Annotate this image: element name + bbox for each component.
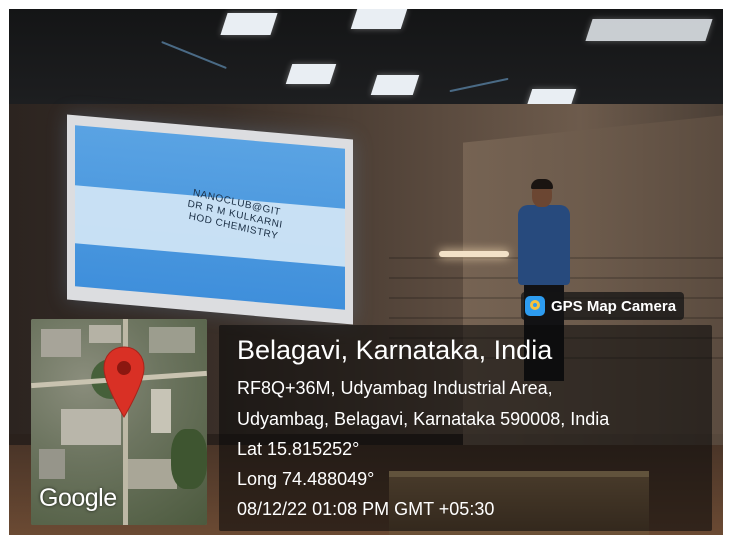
map-building [41,329,81,357]
datetime-text: 08/12/22 01:08 PM GMT +05:30 [237,499,495,519]
speaker-hair [531,179,553,189]
ceiling-light [220,13,278,35]
latitude-text: Lat 15.815252° [237,439,360,459]
longitude-text: Long 74.488049° [237,469,375,489]
ceiling-light [370,75,420,95]
gps-map-camera-app-icon [525,296,545,316]
projected-slide: NANOCLUB@GIT DR R M KULKARNI HOD CHEMIST… [75,125,345,310]
map-building [149,327,195,353]
address-line-1: RF8Q+36M, Udyambag Industrial Area, [237,378,553,398]
map-building [89,325,121,343]
ceiling-light [285,64,337,84]
projection-screen: NANOCLUB@GIT DR R M KULKARNI HOD CHEMIST… [67,114,353,325]
photo-frame: NANOCLUB@GIT DR R M KULKARNI HOD CHEMIST… [0,0,730,540]
wall-lamp [439,251,509,257]
ceiling-light [585,19,713,41]
ceiling-light [350,9,408,29]
map-trees [171,429,207,489]
address-line-2: Udyambag, Belagavi, Karnataka 590008, In… [237,409,610,429]
map-thumbnail: Google [31,319,207,525]
location-pin-icon [103,346,145,418]
badge-label: GPS Map Camera [551,297,677,315]
location-info-panel: Belagavi, Karnataka, India RF8Q+36M, Udy… [219,325,712,531]
location-title: Belagavi, Karnataka, India [237,335,553,365]
map-building [151,389,171,433]
google-logo: Google [39,484,117,512]
map-building [127,459,177,489]
gps-map-camera-badge: GPS Map Camera [521,292,685,320]
speaker-jacket [518,205,570,285]
map-building [39,449,65,479]
